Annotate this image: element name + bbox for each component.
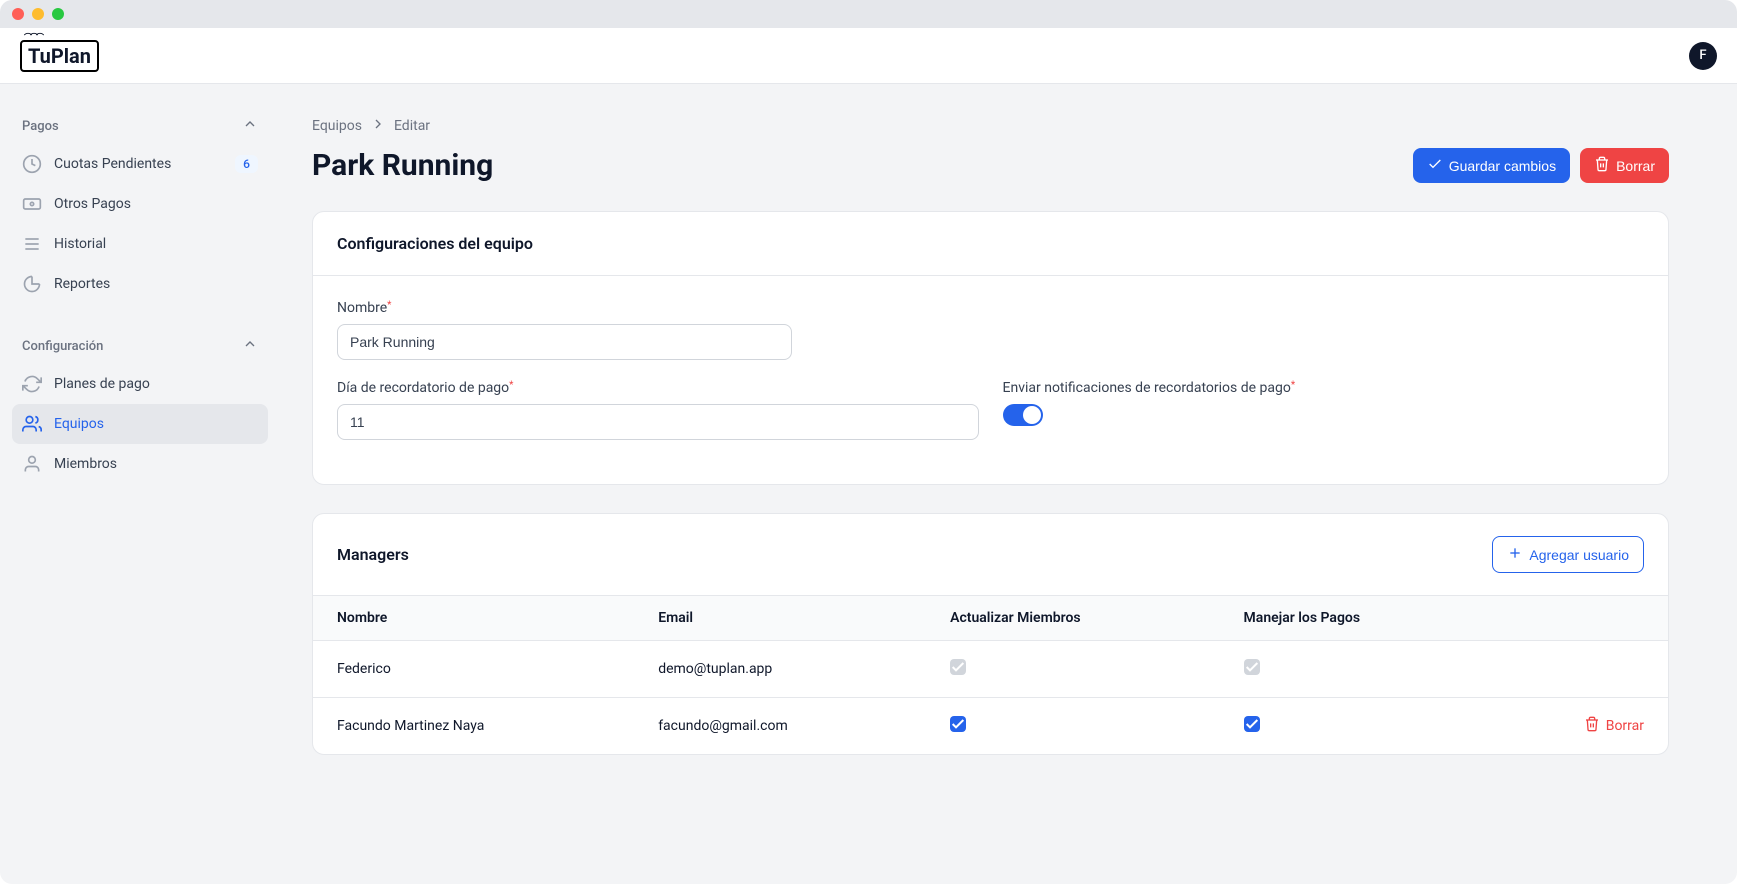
table-row: Federicodemo@tuplan.app: [313, 641, 1668, 698]
sidebar-item-label: Equipos: [54, 416, 258, 432]
sidebar-item-planes-de-pago[interactable]: Planes de pago: [12, 364, 268, 404]
user-icon: [22, 454, 42, 474]
sidebar-item-cuotas-pendientes[interactable]: Cuotas Pendientes 6: [12, 144, 268, 184]
col-name: Nombre: [313, 596, 634, 641]
maximize-window-button[interactable]: [52, 8, 64, 20]
page-title: Park Running: [312, 148, 493, 183]
payment-icon: [22, 194, 42, 214]
cell-name: Facundo Martinez Naya: [313, 698, 634, 755]
sidebar-item-equipos[interactable]: Equipos: [12, 404, 268, 444]
sidebar-section-label: Configuración: [22, 339, 103, 354]
sidebar-item-reportes[interactable]: Reportes: [12, 264, 268, 304]
notifications-toggle[interactable]: [1003, 404, 1043, 426]
manage-payments-checkbox[interactable]: [1244, 716, 1260, 732]
delete-button[interactable]: Borrar: [1580, 148, 1669, 183]
breadcrumb-current: Editar: [394, 118, 430, 134]
row-delete-button[interactable]: Borrar: [1584, 716, 1644, 736]
reminder-day-input[interactable]: [337, 404, 979, 440]
col-update-members: Actualizar Miembros: [926, 596, 1219, 641]
save-button[interactable]: Guardar cambios: [1413, 148, 1570, 183]
sidebar-item-label: Cuotas Pendientes: [54, 156, 223, 172]
close-window-button[interactable]: [12, 8, 24, 20]
col-manage-payments: Manejar los Pagos: [1220, 596, 1490, 641]
sidebar-section-configuracion[interactable]: Configuración: [12, 328, 268, 364]
topbar: TuPlan F: [0, 28, 1737, 84]
logo[interactable]: TuPlan: [20, 40, 99, 72]
breadcrumb: Equipos Editar: [312, 116, 1669, 136]
update-members-checkbox: [950, 659, 966, 675]
trash-icon: [1594, 156, 1610, 175]
list-icon: [22, 234, 42, 254]
save-button-label: Guardar cambios: [1449, 158, 1556, 174]
add-user-label: Agregar usuario: [1529, 547, 1629, 563]
managers-card-title: Managers: [337, 545, 409, 564]
minimize-window-button[interactable]: [32, 8, 44, 20]
notifications-label: Enviar notificaciones de recordatorios d…: [1003, 380, 1645, 396]
row-delete-label: Borrar: [1606, 718, 1644, 734]
logo-text: TuPlan: [20, 40, 99, 72]
users-icon: [22, 414, 42, 434]
add-user-button[interactable]: Agregar usuario: [1492, 536, 1644, 573]
sidebar-section-label: Pagos: [22, 119, 59, 134]
settings-card-title: Configuraciones del equipo: [313, 212, 1668, 276]
sidebar-item-label: Reportes: [54, 276, 258, 292]
cell-name: Federico: [313, 641, 634, 698]
window-titlebar: [0, 0, 1737, 28]
sidebar-item-label: Planes de pago: [54, 376, 258, 392]
badge-count: 6: [235, 155, 258, 173]
chevron-right-icon: [370, 116, 386, 136]
sidebar-section-pagos[interactable]: Pagos: [12, 108, 268, 144]
user-avatar[interactable]: F: [1689, 42, 1717, 70]
update-members-checkbox[interactable]: [950, 716, 966, 732]
chart-icon: [22, 274, 42, 294]
sidebar-item-otros-pagos[interactable]: Otros Pagos: [12, 184, 268, 224]
name-label: Nombre*: [337, 300, 1644, 316]
sidebar-item-label: Miembros: [54, 456, 258, 472]
clock-icon: [22, 154, 42, 174]
delete-button-label: Borrar: [1616, 158, 1655, 174]
chevron-up-icon: [242, 116, 258, 136]
manage-payments-checkbox: [1244, 659, 1260, 675]
main-content: Equipos Editar Park Running Guardar camb…: [280, 84, 1737, 884]
name-input[interactable]: [337, 324, 792, 360]
reminder-day-label: Día de recordatorio de pago*: [337, 380, 979, 396]
sidebar-item-label: Historial: [54, 236, 258, 252]
sidebar-item-miembros[interactable]: Miembros: [12, 444, 268, 484]
col-email: Email: [634, 596, 926, 641]
check-icon: [1427, 156, 1443, 175]
managers-card: Managers Agregar usuario Nombre Email Ac…: [312, 513, 1669, 755]
sidebar: Pagos Cuotas Pendientes 6 Otros Pagos Hi…: [0, 84, 280, 884]
sidebar-item-historial[interactable]: Historial: [12, 224, 268, 264]
sidebar-item-label: Otros Pagos: [54, 196, 258, 212]
breadcrumb-root[interactable]: Equipos: [312, 118, 362, 134]
chevron-up-icon: [242, 336, 258, 356]
cell-email: demo@tuplan.app: [634, 641, 926, 698]
plus-icon: [1507, 545, 1523, 564]
settings-card: Configuraciones del equipo Nombre* Día d…: [312, 211, 1669, 485]
trash-icon: [1584, 716, 1600, 736]
refresh-icon: [22, 374, 42, 394]
table-row: Facundo Martinez Nayafacundo@gmail.com Bo…: [313, 698, 1668, 755]
cell-email: facundo@gmail.com: [634, 698, 926, 755]
managers-table: Nombre Email Actualizar Miembros Manejar…: [313, 596, 1668, 754]
